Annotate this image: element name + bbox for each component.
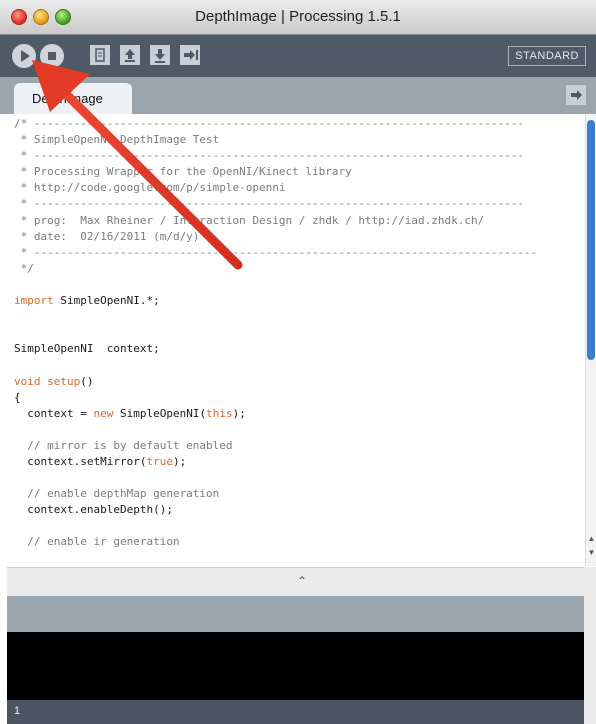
stop-icon <box>48 52 56 60</box>
new-file-icon <box>95 48 105 62</box>
code-token: ); <box>172 454 187 468</box>
code-token: this <box>206 406 233 420</box>
chevron-up-icon[interactable]: ⌃ <box>297 574 307 588</box>
code-line[interactable]: * prog: Max Rheiner / Interaction Design… <box>14 213 537 229</box>
code-token: * SimpleOpenNI DepthImage Test <box>14 133 220 147</box>
toolbar: STANDARD <box>0 35 596 77</box>
code-line[interactable] <box>14 422 537 438</box>
code-line[interactable] <box>14 325 537 341</box>
code-token: import <box>14 294 54 308</box>
code-token: * --------------------------------------… <box>14 245 538 259</box>
processing-window: DepthImage | Processing 1.5.1 STANDARD D… <box>0 0 596 724</box>
code-line[interactable]: { <box>14 390 537 406</box>
tab-bar: DepthImage <box>0 77 596 114</box>
arrow-right-icon <box>571 90 582 100</box>
code-line[interactable]: context = new SimpleOpenNI(this); <box>14 406 537 422</box>
right-strip <box>584 567 596 724</box>
code-line[interactable]: * Processing Wrapper for the OpenNI/Kine… <box>14 164 537 180</box>
stop-button[interactable] <box>40 44 64 68</box>
code-token: void <box>14 374 41 388</box>
code-token: /* -------------------------------------… <box>14 117 524 130</box>
code-editor[interactable]: /* -------------------------------------… <box>7 114 584 566</box>
open-button[interactable] <box>120 45 140 65</box>
window-title: DepthImage | Processing 1.5.1 <box>195 8 401 25</box>
export-icon <box>184 50 198 60</box>
code-token: * date: 02/16/2011 (m/d/y) <box>14 229 200 243</box>
line-number: 1 <box>14 705 21 717</box>
code-line[interactable]: context.enableDepth(); <box>14 502 537 518</box>
code-line[interactable]: */ <box>14 261 537 277</box>
code-line[interactable]: void setup() <box>14 374 537 390</box>
tab-depthimage[interactable]: DepthImage <box>14 83 132 114</box>
code-line[interactable]: * --------------------------------------… <box>14 196 537 212</box>
mode-selector[interactable]: STANDARD <box>508 46 586 66</box>
code-token: setup <box>47 374 81 388</box>
console-divider[interactable]: ⌃ <box>7 567 584 596</box>
code-line[interactable]: * date: 02/16/2011 (m/d/y) <box>14 229 537 245</box>
scroll-up-icon[interactable]: ▲ <box>587 534 596 543</box>
code-token: // enable ir generation <box>14 535 180 549</box>
code-token: context.enableDepth(); <box>14 503 173 517</box>
code-token: // mirror is by default enabled <box>14 438 233 452</box>
console-area <box>7 632 584 700</box>
code-line[interactable]: context.setMirror(true); <box>14 454 537 470</box>
code-line[interactable] <box>14 277 537 293</box>
code-token: true <box>146 454 173 468</box>
code-token: * Processing Wrapper for the OpenNI/Kine… <box>14 165 352 179</box>
code-token: // enable depthMap generation <box>14 487 220 501</box>
code-line[interactable]: import SimpleOpenNI.*; <box>14 293 537 309</box>
code-token: SimpleOpenNI context; <box>14 342 160 356</box>
code-token: () <box>80 374 94 388</box>
code-token: * prog: Max Rheiner / Interaction Design… <box>14 213 485 227</box>
status-bar: 1 <box>7 700 584 724</box>
code-line[interactable]: // enable depthMap generation <box>14 486 537 502</box>
tab-menu-button[interactable] <box>566 85 586 105</box>
scroll-down-icon[interactable]: ▼ <box>587 548 596 557</box>
code-token: */ <box>14 261 34 275</box>
scrollbar-thumb[interactable] <box>587 120 595 360</box>
code-line[interactable]: * SimpleOpenNI DepthImage Test <box>14 132 537 148</box>
save-arrow-icon <box>155 49 165 63</box>
code-token: context = <box>14 406 94 420</box>
code-text[interactable]: /* -------------------------------------… <box>14 116 537 551</box>
code-line[interactable]: SimpleOpenNI context; <box>14 341 537 357</box>
code-line[interactable]: // mirror is by default enabled <box>14 438 537 454</box>
code-line[interactable]: // enable ir generation <box>14 534 537 550</box>
code-line[interactable] <box>14 357 537 373</box>
save-button[interactable] <box>150 45 170 65</box>
code-token: { <box>14 390 21 404</box>
code-token: * --------------------------------------… <box>14 197 524 211</box>
code-token: context.setMirror( <box>14 454 147 468</box>
code-line[interactable] <box>14 470 537 486</box>
editor-scrollbar[interactable]: ▲ ▼ <box>585 114 596 566</box>
code-token: SimpleOpenNI.*; <box>53 294 160 308</box>
code-line[interactable] <box>14 309 537 325</box>
code-line[interactable] <box>14 518 537 534</box>
code-token: SimpleOpenNI( <box>113 406 207 420</box>
code-token: * http://code.google.com/p/simple-openni <box>14 181 286 195</box>
code-token: ); <box>232 406 246 420</box>
tab-label: DepthImage <box>32 91 103 106</box>
code-line[interactable]: * --------------------------------------… <box>14 148 537 164</box>
code-line[interactable]: * http://code.google.com/p/simple-openni <box>14 180 537 196</box>
code-line[interactable]: /* -------------------------------------… <box>14 116 537 132</box>
run-button[interactable] <box>12 44 36 68</box>
new-button[interactable] <box>90 45 110 65</box>
code-line[interactable]: * --------------------------------------… <box>14 245 538 261</box>
title-bar: DepthImage | Processing 1.5.1 <box>0 0 596 35</box>
export-button[interactable] <box>180 45 200 65</box>
code-token: new <box>93 406 114 420</box>
code-token: * --------------------------------------… <box>14 149 524 163</box>
play-icon <box>21 50 30 62</box>
message-area <box>7 596 584 632</box>
open-arrow-icon <box>125 49 135 62</box>
